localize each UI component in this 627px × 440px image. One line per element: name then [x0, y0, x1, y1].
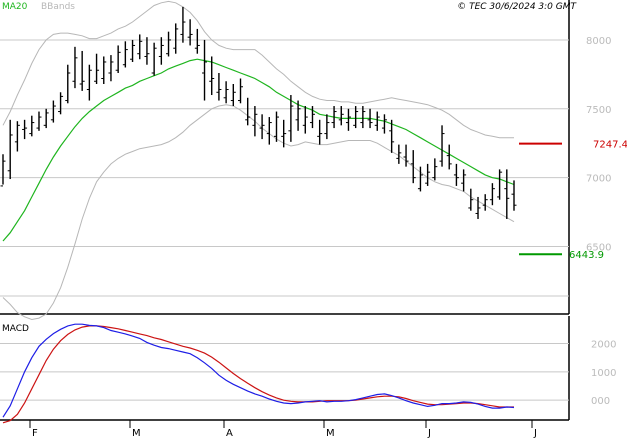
x-tick-label: M	[132, 428, 141, 439]
macd-y-tick-label: 000	[591, 396, 610, 407]
x-tick-label: J	[427, 428, 431, 439]
macd-line	[2, 323, 515, 418]
y-axis-ticks: 8000 7500 7000 6500 2000 1000 000	[586, 36, 616, 407]
stock-chart: 7247.4 6443.9 8000 7500 7000 6500 2000 1000 000…	[0, 0, 627, 440]
price-y-tick-label: 7500	[586, 105, 611, 116]
price-y-tick-label: 8000	[586, 36, 611, 47]
price-panel-background	[0, 0, 569, 314]
price-y-tick-label: 7000	[586, 174, 611, 185]
x-axis-ticks: FMAMJJ	[29, 420, 537, 439]
bbands-legend-label: BBands	[41, 2, 75, 12]
macd-y-tick-label: 1000	[591, 368, 616, 379]
x-tick-label: A	[226, 428, 233, 439]
signal-line	[2, 325, 514, 424]
x-tick-label: J	[533, 428, 537, 439]
macd-lines	[2, 323, 515, 424]
x-tick-label: F	[32, 428, 38, 439]
ma20-legend-label: MA20	[2, 2, 28, 12]
x-tick-label: M	[326, 428, 335, 439]
macd-y-tick-label: 2000	[591, 340, 616, 351]
macd-panel-title: MACD	[2, 324, 29, 334]
copyright-label: © TEC 30/6/2024 3:0 GMT	[457, 2, 577, 12]
chart-canvas: 7247.46443.9 800075007000650020001000000…	[0, 0, 627, 439]
price-y-tick-label: 6500	[586, 243, 611, 254]
resistance-level-label: 7247.4	[593, 140, 627, 151]
